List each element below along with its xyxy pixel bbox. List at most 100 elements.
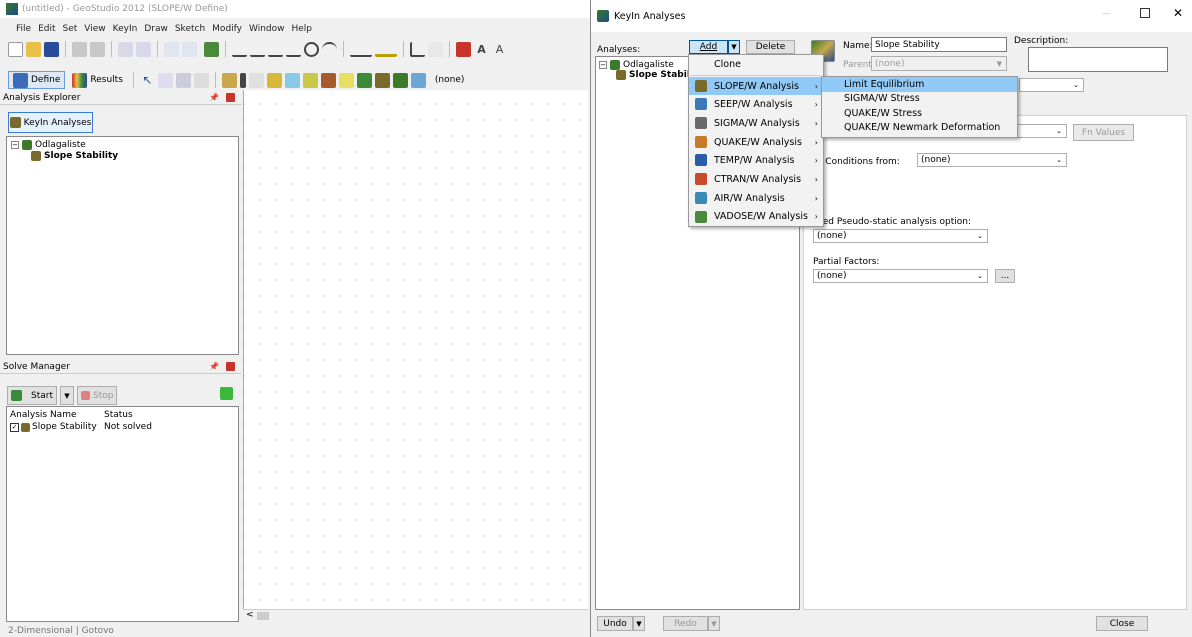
menu-item-temp-w[interactable]: TEMP/W Analysis › — [689, 151, 823, 170]
entry-exit-icon[interactable] — [356, 72, 372, 88]
close-panel-icon[interactable] — [226, 93, 235, 102]
pressure-line-icon[interactable] — [302, 72, 318, 88]
collapse-toggle-icon[interactable]: − — [11, 141, 19, 149]
pwp-select[interactable]: (none) ⌄ — [917, 153, 1067, 167]
undo-icon[interactable] — [164, 41, 179, 57]
reinforcement-icon[interactable] — [320, 72, 336, 88]
draw-region-icon[interactable] — [221, 72, 237, 88]
drawing-canvas[interactable] — [243, 90, 588, 621]
menu-item-vadose-w[interactable]: VADOSE/W Analysis › — [689, 208, 823, 227]
description-input[interactable] — [1028, 47, 1168, 72]
grid-radius-icon[interactable] — [338, 72, 354, 88]
start-dropdown-button[interactable]: ▼ — [60, 386, 74, 405]
toolbar-combo-value[interactable]: (none) — [435, 75, 464, 85]
pseudo-static-select[interactable]: (none) ⌄ — [813, 229, 988, 243]
refresh-icon[interactable] — [220, 387, 233, 400]
close-window-icon[interactable]: ✕ — [1173, 6, 1183, 20]
menu-sketch[interactable]: Sketch — [175, 22, 205, 36]
menu-edit[interactable]: Edit — [38, 22, 55, 36]
redo-button[interactable]: Redo — [663, 616, 708, 631]
results-button[interactable]: Results — [68, 71, 127, 89]
undo-button[interactable]: Undo — [597, 616, 633, 631]
draw-line-icon[interactable] — [232, 41, 247, 57]
name-input[interactable]: Slope Stability — [871, 37, 1007, 52]
menu-item-ctran-w[interactable]: CTRAN/W Analysis › — [689, 170, 823, 189]
solve-checkbox[interactable]: ✓ — [10, 422, 19, 432]
dimension-icon[interactable] — [248, 72, 264, 88]
menu-view[interactable]: View — [84, 22, 105, 36]
slip-surface-icon[interactable] — [266, 72, 282, 88]
text-icon[interactable]: A — [492, 41, 507, 57]
redo-icon[interactable] — [182, 41, 197, 57]
pen-icon[interactable] — [239, 72, 246, 88]
tree-child-item[interactable]: Slope Stability — [7, 150, 238, 161]
arc-icon[interactable] — [322, 41, 337, 57]
close-button[interactable]: Close — [1096, 616, 1148, 631]
zoom-area-icon[interactable] — [157, 72, 173, 88]
flag-icon[interactable] — [456, 41, 471, 57]
minimize-icon[interactable]: — — [1102, 9, 1111, 19]
zoom-icon[interactable] — [204, 41, 219, 57]
submenu-item-quake-w-newmark[interactable]: QUAKE/W Newmark Deformation — [822, 121, 1017, 136]
analysis-type-select[interactable]: ⌄ — [1019, 78, 1084, 92]
collapse-toggle-icon[interactable]: − — [599, 61, 607, 69]
pin-icon[interactable]: 📌 — [209, 93, 219, 102]
horizontal-scrollbar[interactable]: < — [243, 609, 588, 621]
close-panel-icon[interactable] — [226, 362, 235, 371]
partial-factors-more-button[interactable]: ... — [995, 269, 1015, 283]
menu-keyin[interactable]: KeyIn — [113, 22, 138, 36]
print-icon[interactable] — [72, 41, 87, 57]
maximize-icon[interactable] — [1140, 8, 1150, 18]
submenu-item-quake-w-stress[interactable]: QUAKE/W Stress — [822, 106, 1017, 121]
map-icon[interactable] — [410, 72, 426, 88]
solve-list-row[interactable]: ✓ Slope Stability Not solved — [7, 420, 238, 432]
line-color-icon[interactable] — [375, 42, 397, 57]
copy-icon[interactable] — [118, 41, 133, 57]
scroll-left-icon[interactable]: < — [246, 610, 254, 620]
axis-icon[interactable] — [410, 41, 425, 57]
define-button[interactable]: Define — [8, 71, 66, 89]
materials-icon[interactable] — [374, 72, 390, 88]
menu-item-seep-w[interactable]: SEEP/W Analysis › — [689, 95, 823, 114]
menu-file[interactable]: File — [16, 22, 31, 36]
submenu-item-limit-equilibrium[interactable]: Limit Equilibrium — [822, 77, 1017, 92]
delete-button[interactable]: Delete — [746, 40, 795, 54]
select-arrow-icon[interactable]: ↖ — [139, 72, 155, 88]
add-button[interactable]: Add — [689, 40, 728, 54]
menu-draw[interactable]: Draw — [144, 22, 168, 36]
keyin-analyses-button[interactable]: KeyIn Analyses — [8, 112, 93, 133]
menu-window[interactable]: Window — [249, 22, 285, 36]
submenu-item-sigma-w-stress[interactable]: SIGMA/W Stress — [822, 92, 1017, 107]
layer-icon[interactable] — [175, 72, 191, 88]
stop-button[interactable]: Stop — [77, 386, 118, 405]
circle-icon[interactable] — [304, 41, 319, 57]
line-style-icon[interactable] — [350, 42, 372, 57]
draw-line-4-icon[interactable] — [286, 41, 301, 57]
text-style-icon[interactable]: A — [474, 41, 489, 57]
menu-set[interactable]: Set — [63, 22, 78, 36]
menu-item-sigma-w[interactable]: SIGMA/W Analysis › — [689, 114, 823, 133]
sketch-icon[interactable] — [428, 41, 443, 57]
paste-icon[interactable] — [136, 41, 151, 57]
verify-icon[interactable] — [392, 72, 408, 88]
menu-modify[interactable]: Modify — [212, 22, 242, 36]
print-preview-icon[interactable] — [90, 41, 105, 57]
menu-item-slope-w[interactable]: SLOPE/W Analysis › — [689, 76, 823, 96]
tree-root-item[interactable]: − Odlagaliste — [7, 137, 238, 150]
draw-line-3-icon[interactable] — [268, 41, 283, 57]
properties-icon[interactable] — [193, 72, 209, 88]
draw-line-2-icon[interactable] — [250, 41, 265, 57]
undo-dropdown-button[interactable]: ▼ — [633, 616, 645, 631]
new-file-icon[interactable] — [8, 41, 23, 57]
scroll-thumb[interactable] — [257, 612, 269, 620]
parent-select[interactable]: (none) ▼ — [871, 56, 1007, 71]
add-dropdown-button[interactable]: ▼ — [728, 40, 740, 54]
menu-item-quake-w[interactable]: QUAKE/W Analysis › — [689, 133, 823, 152]
partial-factors-select[interactable]: (none) ⌄ — [813, 269, 988, 283]
save-icon[interactable] — [44, 41, 59, 57]
fn-values-button[interactable]: Fn Values — [1073, 124, 1134, 141]
menu-help[interactable]: Help — [292, 22, 313, 36]
menu-item-air-w[interactable]: AIR/W Analysis › — [689, 189, 823, 208]
pin-icon[interactable]: 📌 — [209, 362, 219, 371]
water-table-icon[interactable] — [284, 72, 300, 88]
